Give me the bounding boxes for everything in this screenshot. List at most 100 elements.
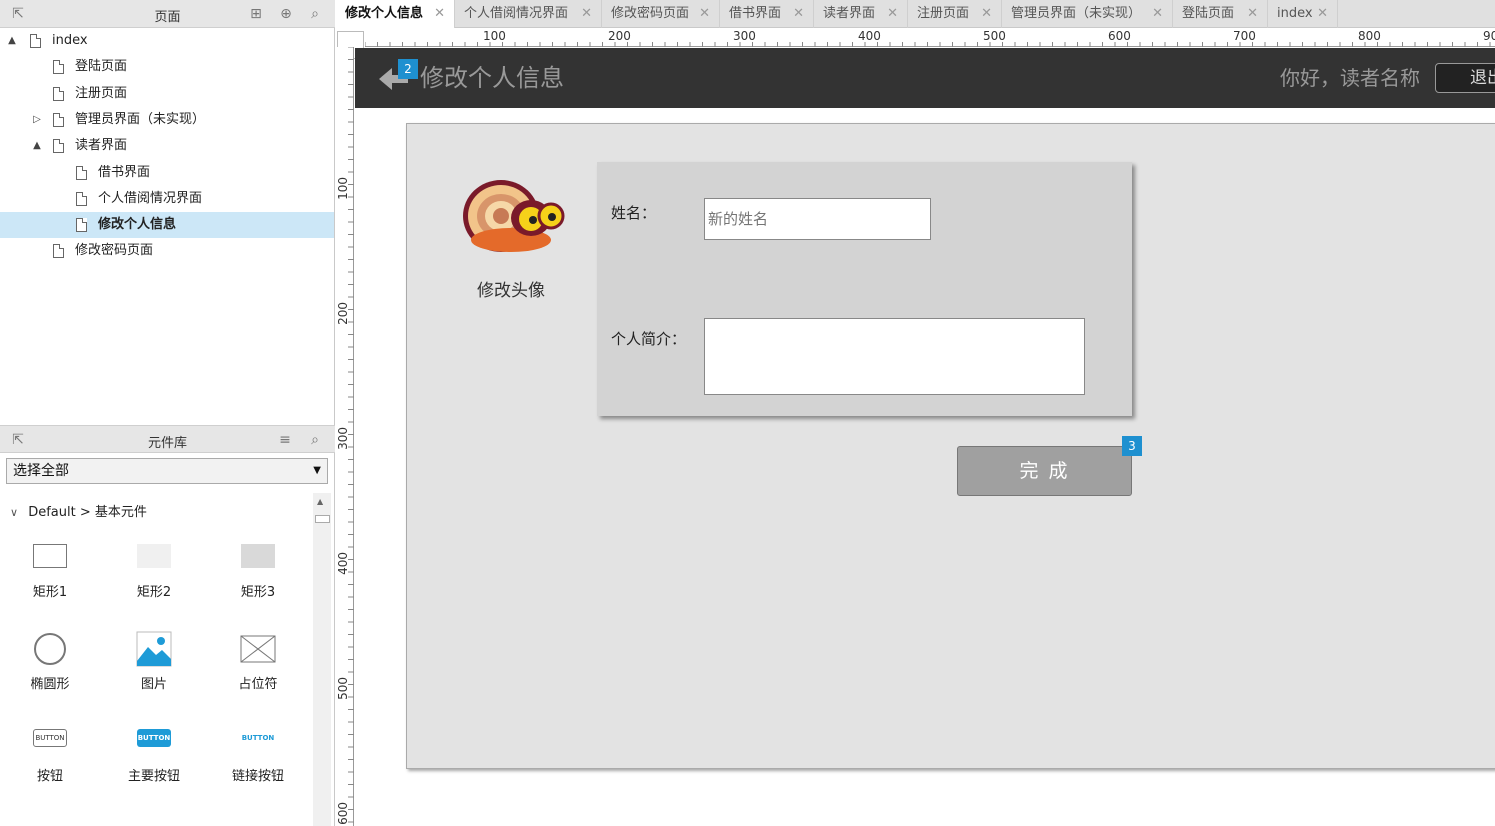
tree-item[interactable]: 修改个人信息 xyxy=(0,212,334,239)
ellipse-icon xyxy=(34,633,66,665)
close-icon[interactable]: ✕ xyxy=(981,0,992,28)
tree-item[interactable]: 修改密码页面 xyxy=(0,238,334,264)
tree-item[interactable]: 借书界面 xyxy=(0,160,334,186)
close-icon[interactable]: ✕ xyxy=(1247,0,1258,28)
page-header: 2 修改个人信息 你好，读者名称 退出 xyxy=(355,48,1495,108)
ruler-label: 600 xyxy=(336,802,350,825)
menu-icon[interactable]: ≡ xyxy=(277,432,293,448)
tab[interactable]: 修改个人信息 ✕ xyxy=(336,0,455,28)
tab[interactable]: 登陆页面 ✕ xyxy=(1173,0,1268,28)
expand-toggle-icon[interactable]: ▷ xyxy=(31,107,43,133)
close-icon[interactable]: ✕ xyxy=(699,0,710,28)
rectangle-icon xyxy=(241,544,275,568)
tree-item[interactable]: ▷ 管理员界面（未实现） xyxy=(0,107,334,133)
tab[interactable]: 个人借阅情况界面 ✕ xyxy=(455,0,602,28)
tab-label: 借书界面 xyxy=(729,6,782,21)
tab[interactable]: 管理员界面（未实现） ✕ xyxy=(1002,0,1173,28)
annotation-marker: 2 xyxy=(398,59,418,79)
ruler-label: 300 xyxy=(336,427,350,450)
search-icon[interactable]: ⌕ xyxy=(307,432,323,448)
tree-item-label: 登陆页面 xyxy=(75,59,128,75)
expand-toggle-icon[interactable]: ▲ xyxy=(6,28,18,54)
ruler-label: 100 xyxy=(336,177,350,200)
page-icon xyxy=(53,244,64,259)
tree-item[interactable]: ▲ 读者界面 xyxy=(0,133,334,159)
scrollbar-thumb[interactable] xyxy=(315,515,330,523)
widget-label: 椭圆形 xyxy=(30,677,70,692)
tree-item-label: 注册页面 xyxy=(75,85,128,101)
library-group[interactable]: ∨ Default > 基本元件 xyxy=(10,501,147,520)
logout-button[interactable]: 退出 xyxy=(1435,63,1495,93)
ruler-label: 500 xyxy=(983,29,1006,43)
library-group-label: Default > 基本元件 xyxy=(28,505,147,520)
ruler-label: 800 xyxy=(1358,29,1381,43)
library-panel: ⇱ 元件库 ≡ ⌕ 选择全部 ▼ ∨ Default > 基本元件 ▲ 矩形1 … xyxy=(0,425,335,826)
ruler-label: 700 xyxy=(1233,29,1256,43)
ruler-label: 500 xyxy=(336,677,350,700)
ruler-label: 100 xyxy=(483,29,506,43)
search-icon[interactable]: ⌕ xyxy=(307,6,323,22)
tab-bar: 修改个人信息 ✕ 个人借阅情况界面 ✕ 修改密码页面 ✕ 借书界面 ✕ 读者界面 ✕ 注册页面 ✕ 管理… xyxy=(336,0,1495,28)
tab-label: index xyxy=(1277,6,1313,21)
close-icon[interactable]: ✕ xyxy=(581,0,592,28)
tab-label: 个人借阅情况界面 xyxy=(464,6,569,21)
expand-toggle-icon[interactable]: ▲ xyxy=(31,133,43,159)
snail-avatar-icon[interactable] xyxy=(461,178,567,258)
design-canvas[interactable]: 2 修改个人信息 你好，读者名称 退出 修改头像 姓名： xyxy=(355,48,1495,826)
tab[interactable]: 注册页面 ✕ xyxy=(908,0,1002,28)
chevron-down-icon: ∨ xyxy=(10,506,19,519)
tree-item-label: 管理员界面（未实现） xyxy=(75,111,206,127)
close-icon[interactable]: ✕ xyxy=(793,0,804,28)
tree-item[interactable]: 注册页面 xyxy=(0,81,334,107)
done-button[interactable]: 完 成 xyxy=(957,446,1132,496)
library-select[interactable]: 选择全部 ▼ xyxy=(6,458,328,484)
add-page-icon[interactable]: ⊞ xyxy=(248,6,264,22)
tab[interactable]: 修改密码页面 ✕ xyxy=(602,0,720,28)
change-avatar-label[interactable]: 修改头像 xyxy=(477,276,545,301)
close-icon[interactable]: ✕ xyxy=(434,0,445,28)
close-icon[interactable]: ✕ xyxy=(1317,0,1328,28)
page-icon xyxy=(53,60,64,75)
content-box: 修改头像 姓名： 个人简介： 完 成 3 xyxy=(406,123,1495,769)
add-folder-icon[interactable]: ⊕ xyxy=(278,6,294,22)
widget-label: 矩形2 xyxy=(136,585,172,600)
bio-textarea[interactable] xyxy=(704,318,1085,395)
tab-label: 登陆页面 xyxy=(1182,6,1235,21)
widget-label: 主要按钮 xyxy=(127,769,180,784)
ruler-label: 90 xyxy=(1483,29,1495,43)
pages-panel: ⇱ 页面 ⊞ ⊕ ⌕ ▲ index 登陆页面注册页面 ▷ 管理员界面（未实现） ▲ 读者界… xyxy=(0,0,335,425)
close-icon[interactable]: ✕ xyxy=(1152,0,1163,28)
ruler-label: 400 xyxy=(858,29,881,43)
ruler-label: 400 xyxy=(336,552,350,575)
annotation-marker: 3 xyxy=(1122,436,1142,456)
tree-item-label: index xyxy=(52,33,88,48)
tab-label: 修改密码页面 xyxy=(611,6,690,21)
page-icon xyxy=(76,165,87,180)
scroll-up-icon[interactable]: ▲ xyxy=(317,497,323,506)
page-icon xyxy=(53,86,64,101)
page-title: 修改个人信息 xyxy=(420,64,564,92)
tab-label: 读者界面 xyxy=(823,6,876,21)
tree-item[interactable]: 个人借阅情况界面 xyxy=(0,186,334,212)
name-field[interactable] xyxy=(704,198,931,240)
widget-label: 链接按钮 xyxy=(231,769,284,784)
page-icon xyxy=(53,139,64,154)
library-scrollbar[interactable]: ▲ xyxy=(313,493,331,826)
tree-item[interactable]: ▲ index xyxy=(0,28,334,54)
ruler-label: 600 xyxy=(1108,29,1131,43)
tree-item[interactable]: 登陆页面 xyxy=(0,54,334,80)
tab[interactable]: 读者界面 ✕ xyxy=(814,0,908,28)
tab[interactable]: index ✕ xyxy=(1268,0,1338,28)
tab[interactable]: 借书界面 ✕ xyxy=(720,0,814,28)
close-icon[interactable]: ✕ xyxy=(887,0,898,28)
link-button-icon: BUTTON xyxy=(241,734,275,742)
rectangle-icon xyxy=(33,544,67,568)
pages-panel-header: ⇱ 页面 ⊞ ⊕ ⌕ xyxy=(0,0,335,28)
ruler-label: 200 xyxy=(608,29,631,43)
tree-item-label: 修改个人信息 xyxy=(98,217,177,233)
name-label: 姓名： xyxy=(611,204,657,222)
image-icon xyxy=(136,631,172,667)
form-panel: 姓名： 个人简介： xyxy=(597,162,1132,416)
ruler-label: 200 xyxy=(336,302,350,325)
page-icon xyxy=(76,218,87,233)
